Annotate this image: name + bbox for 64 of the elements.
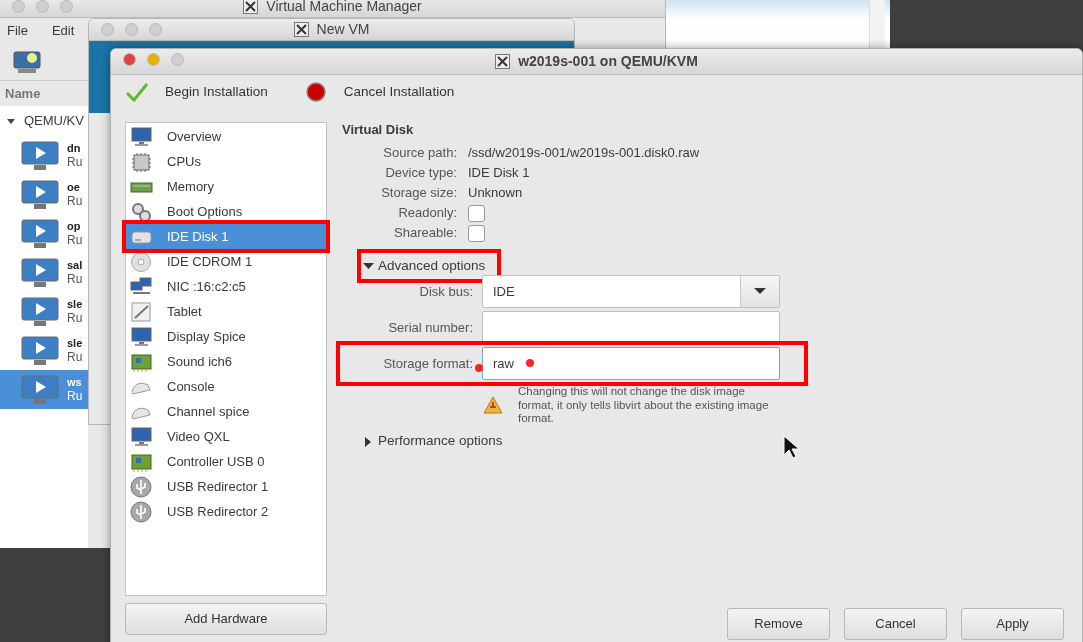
field-label: Disk bus: [418, 282, 473, 301]
field-label: Storage format: [382, 354, 473, 373]
hardware-item[interactable]: Boot Options [126, 199, 326, 224]
vm-name: dn [67, 142, 82, 155]
hardware-item[interactable]: CPUs [126, 149, 326, 174]
section-title: Virtual Disk [342, 122, 415, 139]
hardware-item[interactable]: Sound ich6 [126, 349, 326, 374]
vm-name: op [67, 220, 82, 233]
field-value: /ssd/w2019s-001/w2019s-001.disk0.raw [468, 144, 700, 163]
vm-status: Ru [67, 272, 83, 286]
hardware-item[interactable]: USB Redirector 1 [126, 474, 326, 499]
vm-name: sle [67, 337, 83, 350]
vm-status: Ru [67, 194, 83, 208]
vm-status: Ru [67, 155, 83, 169]
field-label: Source path: [382, 144, 457, 163]
input-field[interactable]: raw [482, 347, 780, 380]
vm-status: Ru [67, 233, 83, 247]
expander[interactable]: Performance options [363, 430, 503, 453]
hardware-item[interactable]: USB Redirector 2 [126, 499, 326, 524]
vm-name: sal [67, 259, 83, 272]
field-value: Unknown [468, 184, 523, 203]
vm-row[interactable]: sle Ru [0, 292, 88, 331]
field-label: Storage size: [380, 184, 457, 203]
warning-text: Changing this will not change the disk image format, it only tells libvirt about the existing image format. [518, 385, 770, 426]
vm-name: ws [67, 376, 83, 389]
connection-label[interactable]: QEMU/KV [24, 111, 84, 131]
field-label: Readonly: [397, 204, 457, 223]
vm-row[interactable]: op Ru [0, 214, 88, 253]
vm-status: Ru [67, 350, 83, 364]
hardware-item[interactable]: Controller USB 0 [126, 449, 326, 474]
window-title: New VM [316, 20, 370, 39]
vm-row[interactable]: dn Ru [0, 136, 88, 175]
add-hardware-button[interactable]: Add Hardware [125, 603, 327, 635]
toolbar-button[interactable]: Begin Installation [125, 81, 268, 103]
dropdown[interactable]: IDE [482, 275, 780, 308]
vm-row[interactable]: oe Ru [0, 175, 88, 214]
dialog-button[interactable]: Apply [961, 608, 1064, 640]
field-label: Device type: [384, 164, 457, 183]
vm-row[interactable]: sal Ru [0, 253, 88, 292]
hardware-item[interactable]: Video QXL [126, 424, 326, 449]
menu-item[interactable]: File [7, 21, 28, 41]
hardware-item[interactable]: Channel spice [126, 399, 326, 424]
hardware-item[interactable]: Tablet [126, 299, 326, 324]
vm-name: oe [67, 181, 81, 194]
hardware-item[interactable]: Memory [126, 174, 326, 199]
field-label: Shareable: [393, 224, 457, 243]
vm-row[interactable]: sle Ru [0, 331, 88, 370]
vm-name: sle [67, 298, 83, 311]
vm-status: Ru [67, 389, 83, 403]
window-title: w2019s-001 on QEMU/KVM [518, 52, 698, 71]
hardware-item[interactable]: Console [126, 374, 326, 399]
hardware-item[interactable]: Overview [126, 124, 326, 149]
toolbar-button[interactable]: Cancel Installation [303, 81, 455, 103]
hardware-item[interactable]: IDE CDROM 1 [126, 249, 326, 274]
dialog-button[interactable]: Cancel [844, 608, 947, 640]
hardware-item[interactable]: Display Spice [126, 324, 326, 349]
dialog-button[interactable]: Remove [727, 608, 830, 640]
menu-item[interactable]: Edit [51, 21, 75, 41]
hardware-item[interactable]: NIC :16:c2:c5 [126, 274, 326, 299]
field-value: IDE Disk 1 [468, 164, 530, 183]
window-title: Virtual Machine Manager [266, 0, 422, 16]
field-label: Serial number: [387, 318, 473, 337]
vm-status: Ru [67, 311, 83, 325]
expander[interactable]: Advanced options [363, 255, 496, 277]
